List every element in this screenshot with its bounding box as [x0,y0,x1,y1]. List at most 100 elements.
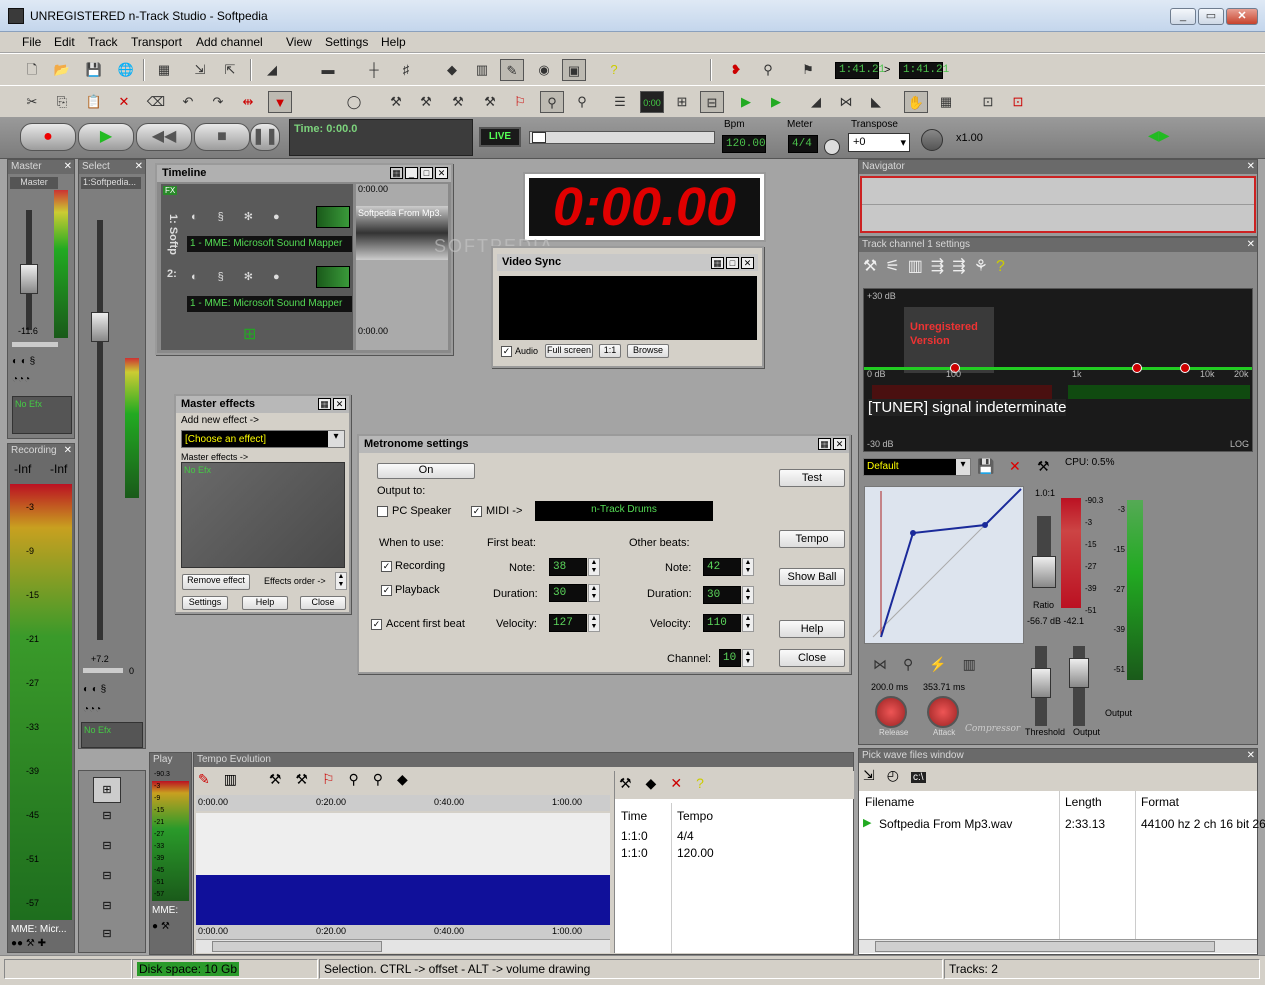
transpose-select[interactable]: +0 ▾ [848,133,910,152]
copy-icon[interactable]: ⎘ [50,91,74,113]
fade-in-icon[interactable]: ◢ [804,91,828,113]
track-1-controls-icon[interactable]: ◐§✻● [191,210,300,223]
menu-edit[interactable]: Edit [54,35,75,49]
rewind-button[interactable]: ◀◀ [136,123,192,151]
select-efx[interactable]: No Efx [81,722,143,748]
first-velocity-input[interactable]: 127 [549,614,587,632]
fx-badge[interactable]: FX [163,186,178,195]
first-note-input[interactable]: 38 [549,558,587,576]
tempo-scrollbar[interactable] [196,939,610,953]
wrench-icon[interactable]: ⚒ [1037,458,1050,475]
master-fader[interactable] [20,264,38,294]
plugin-icon[interactable]: ⊡ [976,91,1000,113]
slider-thumb[interactable] [532,132,546,143]
scroll-arrows-icon[interactable]: ◀▶ [1148,127,1170,144]
preset-select[interactable]: Default ▾ [863,458,971,476]
playback-checkbox[interactable]: ✓ [381,585,392,596]
hand-icon[interactable]: ✋ [904,91,928,113]
grid-icon[interactable]: ▦ [152,59,176,81]
close-button[interactable]: ✕ [1226,8,1258,25]
navigator-view[interactable] [860,176,1256,233]
menu-settings[interactable]: Settings [325,35,368,49]
delete-preset-icon[interactable]: ✕ [1009,458,1021,475]
menu-transport[interactable]: Transport [131,35,182,49]
pause-button[interactable]: ❚❚ [250,123,280,151]
first-duration-input[interactable]: 30 [549,584,587,602]
accent-checkbox[interactable]: ✓ [371,619,382,630]
master-efx[interactable]: No Efx [12,396,72,434]
tempo-graph-upper[interactable] [196,813,610,875]
no-efx-item[interactable]: No Efx [184,465,211,475]
list-icon[interactable]: ☰ [608,91,632,113]
record-arm-icon[interactable]: ⊡ [1006,91,1030,113]
record-button[interactable]: ● [20,123,76,151]
metronome-close-dialog-button[interactable]: Close [779,649,845,667]
eq-band-3[interactable] [1180,363,1190,373]
erase-icon[interactable]: ⌫ [144,91,168,113]
maximize-button[interactable]: ▭ [1198,8,1224,25]
other-note-spinner[interactable]: ▲ ▼ [742,558,754,576]
minimize-button[interactable]: _ [1170,8,1196,25]
snap-grid-icon[interactable]: ▦ [934,91,958,113]
metronome-tempo-button[interactable]: Tempo [779,530,845,548]
track-type-icon-3[interactable]: ⊟ [93,869,121,891]
speed-knob[interactable] [921,129,943,151]
first-duration-spinner[interactable]: ▲ ▼ [588,584,600,602]
release-knob[interactable] [875,696,907,728]
order-spinner[interactable]: ▲ ▼ [335,572,347,590]
marker-icon[interactable]: ⚑ [796,59,820,81]
save-preset-icon[interactable]: 💾 [977,458,994,475]
compressor-tools-icon[interactable]: ⋈⚲⚡▥ [873,656,992,673]
stop-button[interactable]: ■ [194,123,250,151]
metronome-close-button[interactable]: ✕ [833,438,846,450]
metronome-on-button[interactable]: On [377,463,475,479]
piano-icon[interactable]: ▥ [470,59,494,81]
track-1-volume[interactable] [316,206,350,228]
fader-icon[interactable]: ┼ [362,59,386,81]
connect-icon[interactable]: ❥ [724,59,748,81]
color-icon[interactable]: ◉ [532,59,556,81]
counter-icon[interactable]: 0:00 [640,91,664,113]
other-duration-input[interactable]: 30 [703,586,741,604]
recording-checkbox[interactable]: ✓ [381,561,392,572]
first-note-spinner[interactable]: ▲ ▼ [588,558,600,576]
zoom-h-icon[interactable]: ⚒ [446,91,470,113]
choose-effect-select[interactable]: [Choose an effect] ▾ [181,430,345,448]
select-pan[interactable] [83,668,123,673]
dropdown-icon[interactable]: ▼ [268,91,292,113]
split-icon[interactable]: ⇹ [236,91,260,113]
track-icon[interactable]: ⊟ [700,91,724,113]
play-button[interactable]: ▶ [78,123,134,151]
record-device-icon[interactable]: ▣ [562,59,586,81]
other-velocity-spinner[interactable]: ▲ ▼ [742,614,754,632]
zoom-in-icon[interactable]: ⚒ [384,91,408,113]
find-icon[interactable]: ⚲ [570,91,594,113]
threshold-fader[interactable] [1031,668,1051,698]
track-type-icon-4[interactable]: ⊟ [93,899,121,921]
timeline-canvas[interactable]: 0:00.00 Softpedia From Mp3. 0:00.00 [356,184,448,350]
timeline-close-button[interactable]: ✕ [435,167,448,179]
track-settings-tools-icon[interactable]: ⚒⚟▥⇶⇶⚘? [863,256,1053,280]
effects-close-button[interactable]: Close [300,596,346,610]
volume-icon[interactable]: ◢ [260,59,284,81]
output-fader[interactable] [1069,658,1089,688]
pick-wave-scrollbar[interactable] [859,939,1257,953]
delete-icon[interactable]: ✕ [112,91,136,113]
effects-list[interactable]: No Efx [181,462,345,568]
master-controls-icon[interactable]: ◐ ◐ § [12,356,35,367]
metronome-icon[interactable]: ⊞ [670,91,694,113]
attack-knob[interactable] [927,696,959,728]
probe-icon[interactable]: ⚲ [756,59,780,81]
tempo-graph-lower[interactable] [196,875,610,925]
show-ball-button[interactable]: Show Ball [779,568,845,586]
zoom-out-icon[interactable]: ⚒ [414,91,438,113]
add-midi-icon[interactable]: ▶ [764,91,788,113]
eq-icon[interactable]: ♯ [394,59,418,81]
channel-spinner[interactable]: ▲ ▼ [742,649,754,667]
search-icon[interactable]: ⚲ [540,91,564,113]
track-2-volume[interactable] [316,266,350,288]
midi-checkbox[interactable]: ✓ [471,506,482,517]
pc-speaker-checkbox[interactable] [377,506,388,517]
track-1-device[interactable]: 1 - MME: Microsoft Sound Mapper [187,236,352,252]
channel-input[interactable]: 10 [719,649,741,667]
